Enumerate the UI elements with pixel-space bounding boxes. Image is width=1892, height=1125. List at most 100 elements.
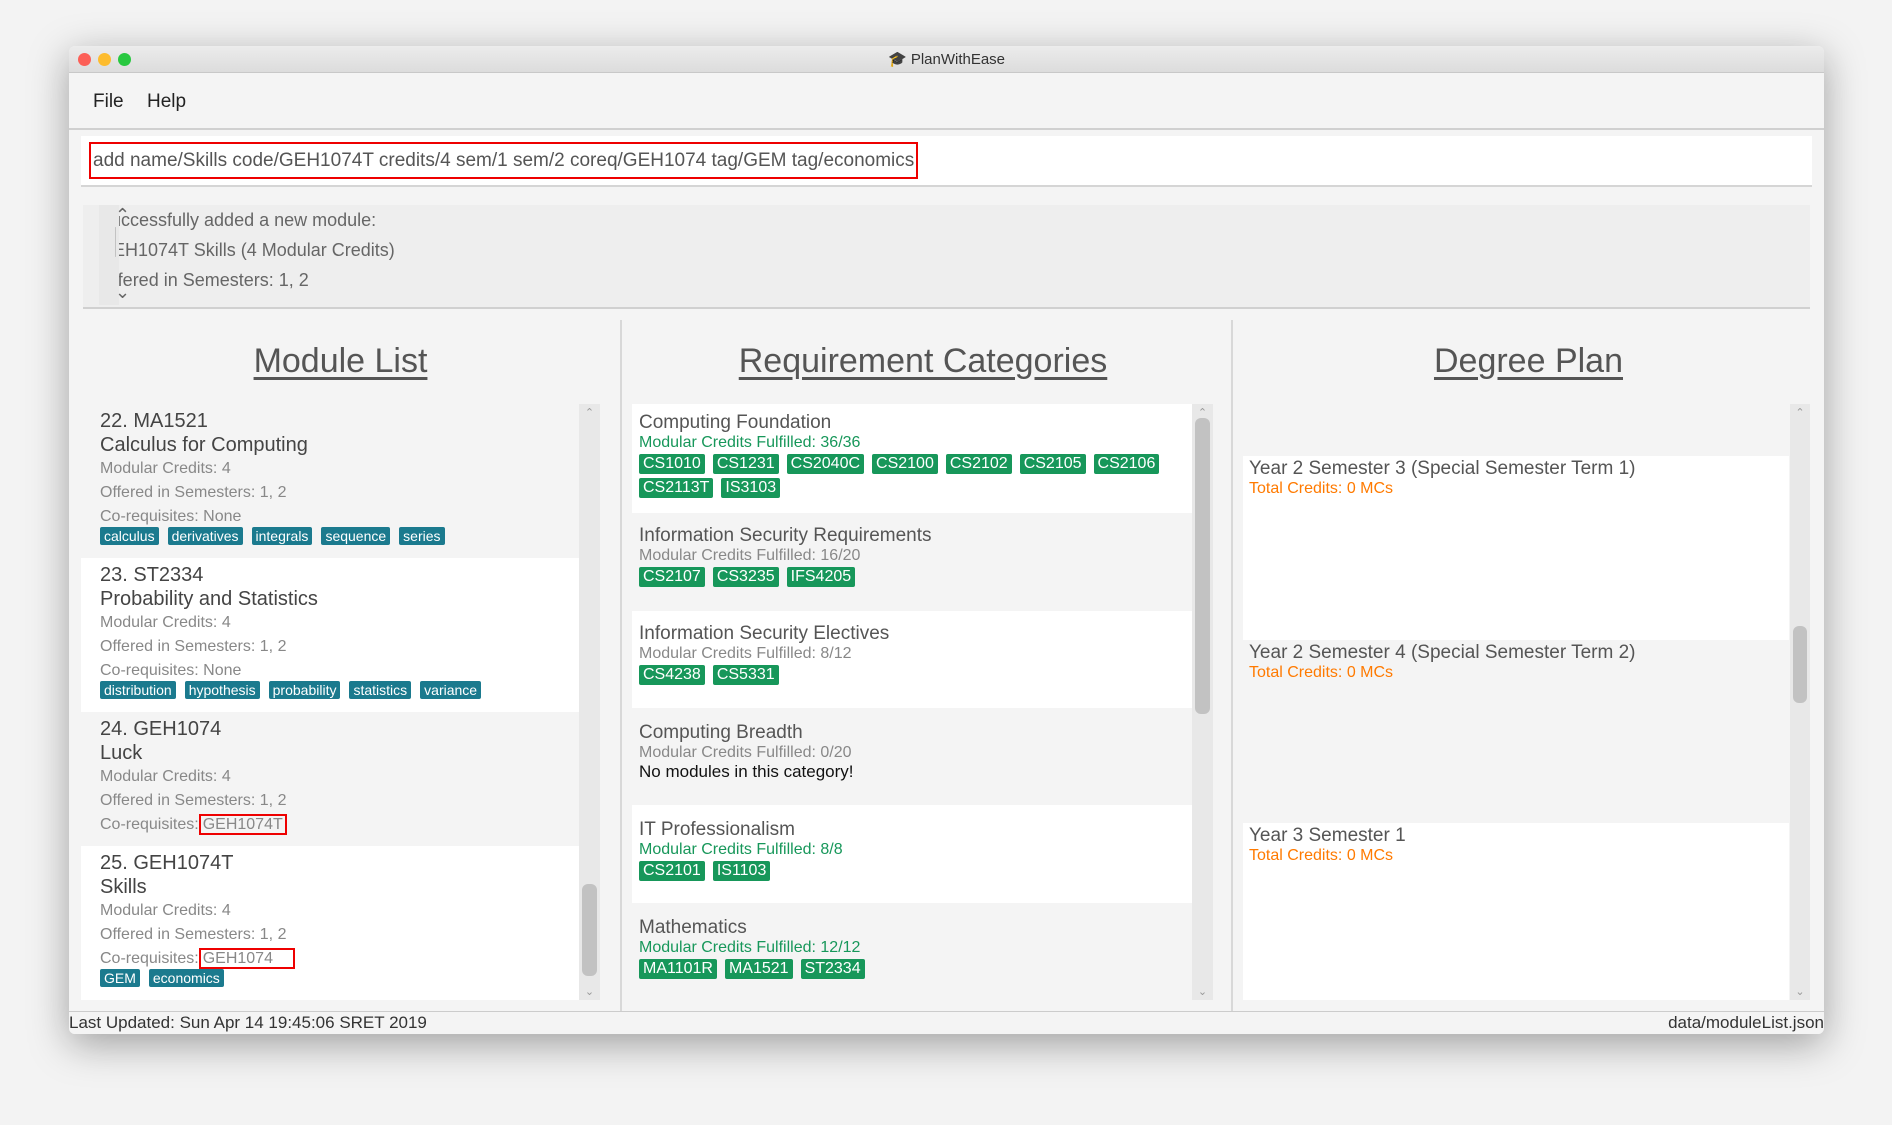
module-credits: Modular Credits: 4 <box>100 460 231 477</box>
requirement-card[interactable]: Computing Foundation Modular Credits Ful… <box>632 404 1192 513</box>
category-credits: Modular Credits Fulfilled: 8/8 <box>639 841 843 858</box>
category-name: IT Professionalism <box>639 819 795 840</box>
module-tag: CS1231 <box>712 454 779 474</box>
tag: statistics <box>349 681 412 699</box>
window-title: PlanWithEase <box>910 51 1006 68</box>
degree-plan-list: Year 2 Semester 3 (Special Semester Term… <box>1243 404 1789 1000</box>
save-location: data/moduleList.json <box>1668 1013 1824 1032</box>
requirement-card[interactable]: Computing Breadth Modular Credits Fulfil… <box>632 708 1192 805</box>
empty-category-message: No modules in this category! <box>639 762 854 781</box>
module-semesters: Offered in Semesters: 1, 2 <box>100 926 287 943</box>
module-card[interactable]: 25. GEH1074T Skills Modular Credits: 4 O… <box>81 846 579 1000</box>
module-tag: CS2101 <box>639 861 705 881</box>
menu-file[interactable]: File <box>93 91 124 113</box>
module-tag: MA1521 <box>724 959 793 979</box>
module-list: 22. MA1521 Calculus for Computing Modula… <box>81 404 579 1000</box>
title-bar: 🎓 PlanWithEase <box>69 46 1824 73</box>
app-window: 🎓 PlanWithEase File Help add name/Skills… <box>69 46 1824 1034</box>
module-list-title: Module List <box>253 342 428 380</box>
requirement-card[interactable]: Information Security Electives Modular C… <box>632 611 1192 708</box>
close-button[interactable] <box>78 53 91 66</box>
requirement-list-scrollbar[interactable]: ⌃ ⌄ <box>1192 404 1213 1000</box>
requirement-categories-title: Requirement Categories <box>738 342 1108 380</box>
category-name: Computing Foundation <box>639 412 832 433</box>
semester-name: Year 3 Semester 1 <box>1249 825 1406 846</box>
tag: integrals <box>251 527 313 545</box>
tag: series <box>399 527 445 545</box>
zoom-button[interactable] <box>118 53 131 66</box>
module-name: Probability and Statistics <box>100 588 318 610</box>
module-tag: IS3103 <box>721 478 781 498</box>
module-credits: Modular Credits: 4 <box>100 902 231 919</box>
semester-card[interactable]: Year 2 Semester 4 (Special Semester Term… <box>1243 640 1789 823</box>
degree-plan-panel: Degree Plan Year 2 Semester 3 (Special S… <box>1231 320 1824 1011</box>
module-coreqs: Co-requisites: None <box>100 508 242 525</box>
semester-credits: Total Credits: 0 MCs <box>1249 847 1394 864</box>
category-credits: Modular Credits Fulfilled: 12/12 <box>639 939 861 956</box>
result-scrollbar[interactable]: ⌃ ⌄ <box>99 205 130 305</box>
module-card[interactable]: 23. ST2334 Probability and Statistics Mo… <box>81 558 579 712</box>
menu-help[interactable]: Help <box>147 91 186 113</box>
module-tag: CS2113T <box>639 478 714 498</box>
category-name: Computing Breadth <box>639 722 803 743</box>
module-tag: CS2106 <box>1093 454 1160 474</box>
coreq-highlight: GEH1074 <box>198 948 295 969</box>
module-tag: CS2040C <box>786 454 865 474</box>
degree-plan-scrollbar[interactable]: ⌃ ⌄ <box>1790 404 1810 1000</box>
tag: calculus <box>100 527 159 545</box>
module-code: 25. GEH1074T <box>100 852 234 874</box>
category-name: Information Security Electives <box>639 623 890 644</box>
module-tag: CS2107 <box>639 567 705 587</box>
coreq-highlight: GEH1074T <box>198 814 287 835</box>
module-tag: CS2102 <box>945 454 1012 474</box>
semester-card[interactable]: Year 2 Semester 3 (Special Semester Term… <box>1243 456 1789 640</box>
semester-card[interactable]: Year 3 Semester 1 Total Credits: 0 MCs <box>1243 823 1789 1000</box>
category-credits: Modular Credits Fulfilled: 36/36 <box>639 434 861 451</box>
command-input[interactable]: add name/Skills code/GEH1074T credits/4 … <box>89 142 919 179</box>
module-tag: MA1101R <box>639 959 717 979</box>
module-card[interactable]: 22. MA1521 Calculus for Computing Modula… <box>81 404 579 558</box>
degree-plan-title: Degree Plan <box>1433 342 1623 380</box>
requirement-card[interactable]: Information Security Requirements Modula… <box>632 513 1192 611</box>
module-code: 24. GEH1074 <box>100 718 222 740</box>
last-updated: Last Updated: Sun Apr 14 19:45:06 SRET 2… <box>69 1013 427 1032</box>
tag: distribution <box>100 681 176 699</box>
status-bar: Last Updated: Sun Apr 14 19:45:06 SRET 2… <box>69 1011 1824 1034</box>
menu-bar: File Help <box>69 73 1824 130</box>
tag: variance <box>420 681 482 699</box>
result-display: Successfully added a new module: GEH1074… <box>83 205 1810 309</box>
requirement-card[interactable]: IT Professionalism Modular Credits Fulfi… <box>632 805 1192 903</box>
tag: derivatives <box>167 527 243 545</box>
module-name: Skills <box>100 876 147 898</box>
module-code: 22. MA1521 <box>100 410 208 432</box>
module-card[interactable]: 24. GEH1074 Luck Modular Credits: 4 Offe… <box>81 712 579 846</box>
module-name: Calculus for Computing <box>100 434 308 456</box>
module-credits: Modular Credits: 4 <box>100 768 231 785</box>
module-tag: CS5331 <box>712 665 779 685</box>
module-tag: IFS4205 <box>786 567 856 587</box>
category-credits: Modular Credits Fulfilled: 8/12 <box>639 645 852 662</box>
module-tag: CS4238 <box>639 665 705 685</box>
module-semesters: Offered in Semesters: 1, 2 <box>100 484 287 501</box>
module-tag: CS3235 <box>712 567 779 587</box>
requirement-list: Computing Foundation Modular Credits Ful… <box>632 404 1192 1000</box>
module-tag: CS1010 <box>639 454 705 474</box>
category-credits: Modular Credits Fulfilled: 16/20 <box>639 547 861 564</box>
tag: economics <box>148 969 224 987</box>
module-semesters: Offered in Semesters: 1, 2 <box>100 792 287 809</box>
minimize-button[interactable] <box>98 53 111 66</box>
command-box[interactable]: add name/Skills code/GEH1074T credits/4 … <box>81 136 1812 187</box>
module-name: Luck <box>100 742 143 764</box>
graduation-cap-icon: 🎓 <box>887 51 907 68</box>
result-line: Successfully added a new module: <box>99 210 377 230</box>
module-tag: CS2100 <box>872 454 938 474</box>
module-list-scrollbar[interactable]: ⌃ ⌄ <box>579 404 600 1000</box>
module-tag: IS1103 <box>712 861 771 881</box>
requirement-card[interactable]: Mathematics Modular Credits Fulfilled: 1… <box>632 903 1192 1000</box>
result-line: GEH1074T Skills (4 Modular Credits) <box>99 240 395 260</box>
requirement-categories-panel: Requirement Categories Computing Foundat… <box>620 320 1224 1011</box>
tag: GEM <box>100 969 140 987</box>
tag: hypothesis <box>184 681 260 699</box>
semester-name: Year 2 Semester 4 (Special Semester Term… <box>1249 642 1636 663</box>
result-line: Offered in Semesters: 1, 2 <box>99 270 309 290</box>
